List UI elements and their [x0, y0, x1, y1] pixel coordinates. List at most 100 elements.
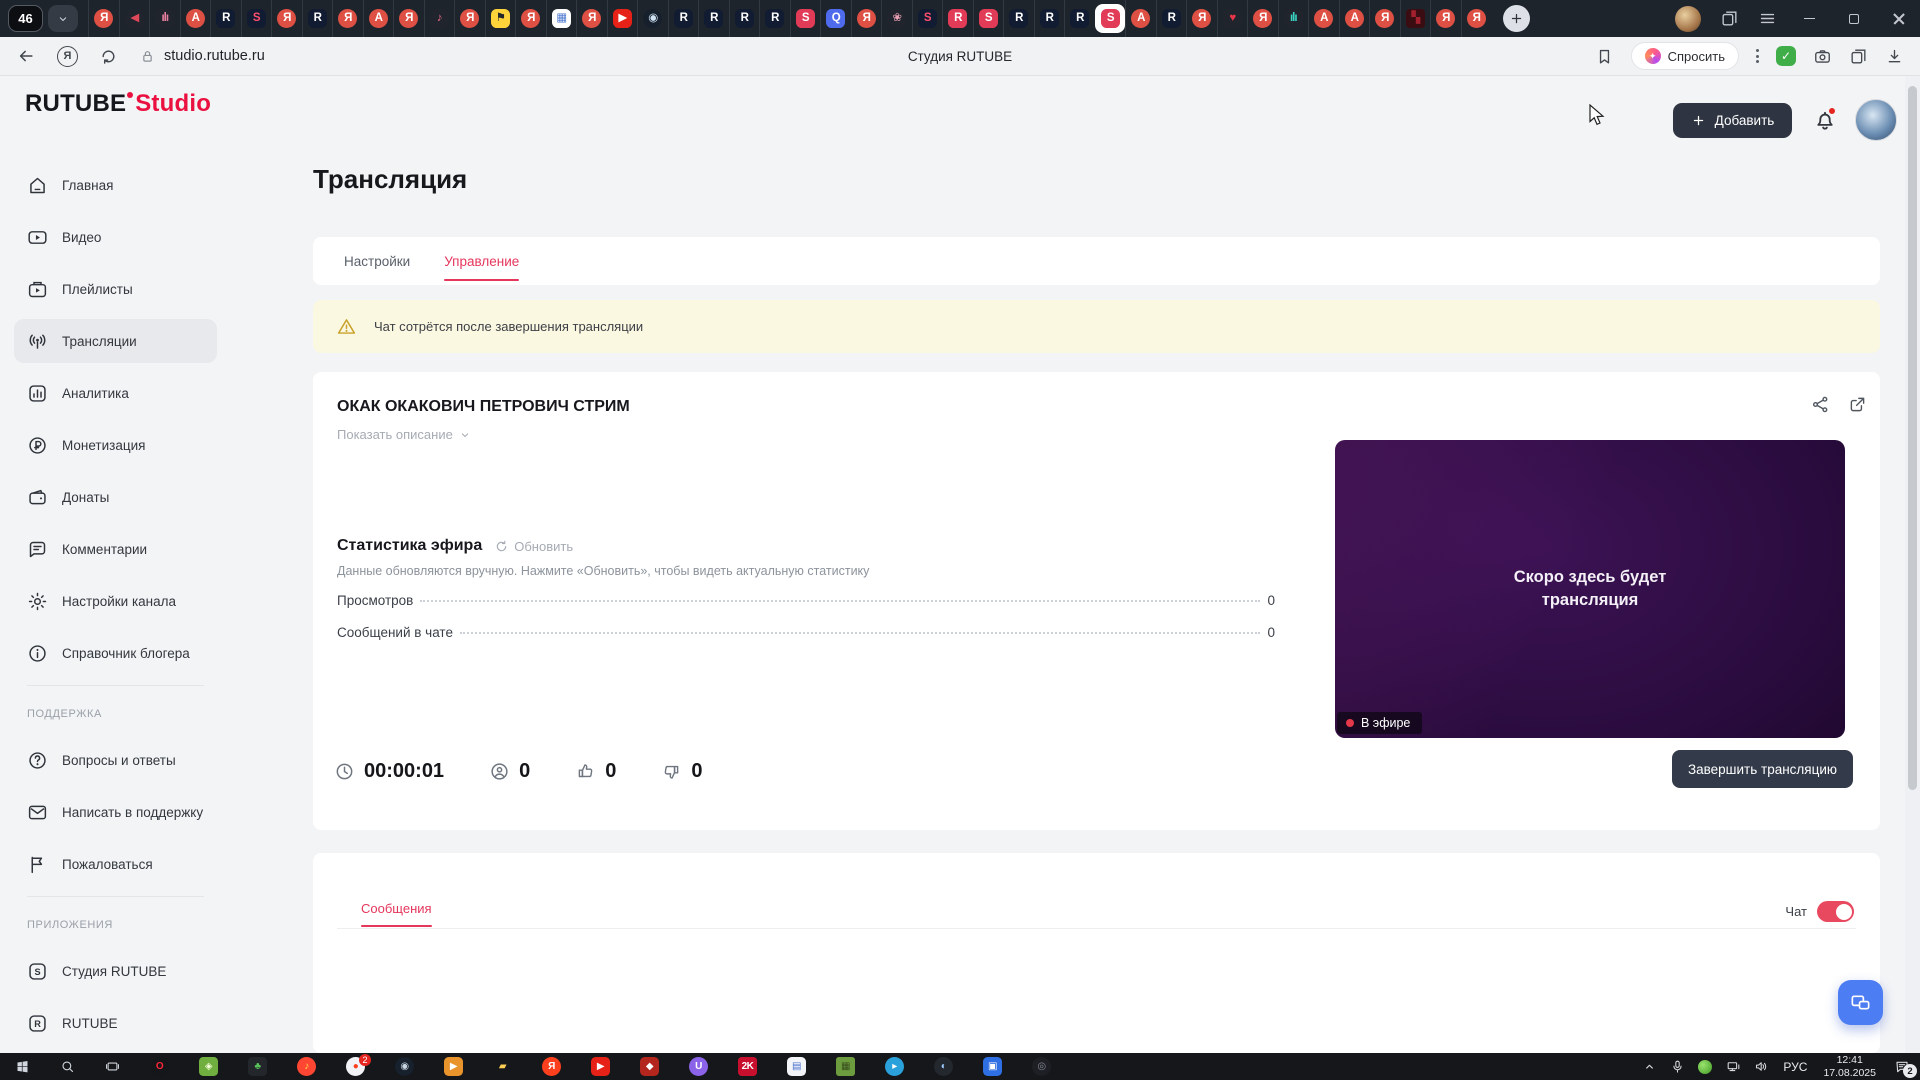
taskbar-app-telegram[interactable]: ▸ — [870, 1053, 919, 1080]
tab-favicon-alice[interactable]: A — [1338, 0, 1370, 37]
new-tab-button[interactable] — [1503, 5, 1530, 32]
tab-favicon-yandex[interactable]: Я — [1247, 0, 1278, 37]
tab-favicon-dark-video[interactable]: ▚ — [1399, 0, 1431, 37]
taskbar-app-library[interactable]: ▤ — [772, 1053, 821, 1080]
taskbar-app-yandex-music[interactable]: ♪ — [282, 1053, 331, 1080]
floating-widget-button[interactable] — [1838, 980, 1883, 1025]
tab-messages[interactable]: Сообщения — [361, 901, 432, 927]
tab-favicon-rutube[interactable]: R — [667, 0, 699, 37]
sidebar-item-report[interactable]: Пожаловаться — [14, 842, 217, 886]
tab-favicon-yandex[interactable]: Я — [515, 0, 546, 37]
tab-favicon-rutube[interactable]: R — [301, 0, 333, 37]
tab-favicon-alice[interactable]: A — [362, 0, 394, 37]
tab-favicon-rutube[interactable]: R — [210, 0, 241, 37]
sidebar-item-comments[interactable]: Комментарии — [14, 527, 217, 571]
tab-favicon-alice[interactable]: A — [1125, 0, 1156, 37]
tray-status-app[interactable] — [1691, 1053, 1719, 1080]
tab-favicon-rutube[interactable]: R — [1155, 0, 1187, 37]
tray-volume[interactable] — [1747, 1053, 1775, 1080]
tray-microphone[interactable] — [1663, 1053, 1691, 1080]
window-minimize-button[interactable] — [1796, 5, 1822, 32]
tab-favicon-yandex[interactable]: Я — [1460, 0, 1492, 37]
language-indicator[interactable]: РУС — [1783, 1060, 1807, 1074]
taskbar-app-leaf[interactable]: ♣ — [233, 1053, 282, 1080]
sidebar-item-video[interactable]: Видео — [14, 215, 217, 259]
screenshot-icon[interactable] — [1813, 47, 1832, 66]
taskbar-app-red-play[interactable]: ▶ — [576, 1053, 625, 1080]
tab-favicon-alice[interactable]: A — [1308, 0, 1339, 37]
tab-counter[interactable]: 46 — [8, 5, 43, 32]
taskbar-app-blue-folder[interactable]: ▣ — [968, 1053, 1017, 1080]
window-maximize-button[interactable] — [1841, 5, 1867, 32]
add-button[interactable]: Добавить — [1673, 103, 1792, 138]
taskbar-app-explorer[interactable]: ▰ — [478, 1053, 527, 1080]
taskbar-app-globe[interactable]: ◐ — [919, 1053, 968, 1080]
back-icon[interactable] — [16, 46, 36, 66]
tab-favicon-youtube[interactable]: ▶ — [606, 0, 638, 37]
tab-favicon-rutube[interactable]: R — [728, 0, 760, 37]
notifications-bell-button[interactable] — [1812, 107, 1838, 133]
taskbar-app-antivirus[interactable]: ◈ — [184, 1053, 233, 1080]
taskbar-app-minecraft[interactable]: ▦ — [821, 1053, 870, 1080]
tab-favicon-yandex[interactable]: Я — [1430, 0, 1461, 37]
taskbar-app-opera[interactable]: O — [135, 1053, 184, 1080]
tab-favicon-yandex[interactable]: Я — [393, 0, 424, 37]
tab-favicon-yandex[interactable]: Я — [576, 0, 607, 37]
taskbar-app-yandex[interactable]: Я — [527, 1053, 576, 1080]
ask-ai-button[interactable]: ✦ Спросить — [1630, 42, 1739, 70]
tab-favicon-yandex[interactable]: Я — [1186, 0, 1217, 37]
tab-favicon-yandex[interactable]: Я — [850, 0, 882, 37]
sidebar-item-studio-app[interactable]: Студия RUTUBE — [14, 949, 217, 993]
task-view-button[interactable] — [90, 1053, 135, 1080]
sidebar-item-donations[interactable]: Донаты — [14, 475, 217, 519]
tab-favicon-rutube[interactable]: R — [1064, 0, 1095, 37]
tab-favicon-yandex[interactable]: Я — [332, 0, 363, 37]
tab-favicon-sound[interactable]: ◀ — [118, 0, 150, 37]
taskbar-search-button[interactable] — [45, 1053, 90, 1080]
sidebar-item-faq[interactable]: Вопросы и ответы — [14, 738, 217, 782]
more-options-icon[interactable] — [1756, 49, 1759, 63]
sidebar-item-analytics[interactable]: Аналитика — [14, 371, 217, 415]
sidebar-item-monetization[interactable]: Монетизация — [14, 423, 217, 467]
sidebar-item-broadcasts[interactable]: Трансляции — [14, 319, 217, 363]
taskbar-app-yandex-browser[interactable]: ● 2 — [331, 1053, 380, 1080]
share-icon[interactable] — [1810, 394, 1831, 415]
taskbar-app-potplayer[interactable]: ▶ — [429, 1053, 478, 1080]
external-link-icon[interactable] — [1847, 394, 1868, 415]
downloads-icon[interactable] — [1885, 47, 1904, 66]
tray-network[interactable] — [1719, 1053, 1747, 1080]
scrollbar-thumb[interactable] — [1908, 86, 1917, 790]
bookmark-icon[interactable] — [1595, 47, 1614, 66]
tab-favicon-yandex[interactable]: Я — [88, 0, 119, 37]
sidebar-item-rutube-app[interactable]: RUTUBE — [14, 1001, 217, 1045]
page-scrollbar[interactable] — [1905, 76, 1920, 1053]
taskbar-app-2k[interactable]: 2K — [723, 1053, 772, 1080]
tab-favicon-images[interactable]: ⚑ — [484, 0, 516, 37]
tab-favicon-alice[interactable]: A — [179, 0, 211, 37]
stream-preview-player[interactable]: Скоро здесь будет трансляция В эфире — [1335, 440, 1845, 738]
url-field[interactable]: studio.rutube.ru — [139, 48, 265, 65]
tab-favicon-rutube[interactable]: R — [759, 0, 790, 37]
reload-icon[interactable] — [99, 47, 118, 66]
end-broadcast-button[interactable]: Завершить трансляцию — [1672, 750, 1853, 788]
tab-favicon-studio-active[interactable]: S — [1094, 4, 1125, 33]
tab-favicon-grid[interactable]: ▦ — [545, 0, 577, 37]
tab-favicon-heart[interactable]: ♥ — [1216, 0, 1248, 37]
yandex-home-button[interactable]: Я — [57, 45, 78, 67]
tab-favicon-music[interactable]: ♪ — [423, 0, 455, 37]
tab-favicon-rutube-red[interactable]: R — [942, 0, 973, 37]
start-button[interactable] — [0, 1053, 45, 1080]
refresh-stats-button[interactable]: Обновить — [494, 539, 573, 554]
collections-icon[interactable] — [1849, 47, 1868, 66]
tab-settings[interactable]: Настройки — [344, 237, 410, 285]
sidebar-item-contact-support[interactable]: Написать в поддержку — [14, 790, 217, 834]
sidebar-item-home[interactable]: Главная — [14, 163, 217, 207]
taskbar-app-steam[interactable]: ◉ — [380, 1053, 429, 1080]
tab-favicon-steam[interactable]: ◉ — [637, 0, 668, 37]
tab-favicon-yandex[interactable]: Я — [454, 0, 485, 37]
tab-favicon-rutube[interactable]: R — [1033, 0, 1065, 37]
tab-favicon-yandex[interactable]: Я — [271, 0, 302, 37]
tab-favicon-studio-red[interactable]: S — [972, 0, 1004, 37]
sidebar-item-blogger-guide[interactable]: Справочник блогера — [14, 631, 217, 675]
tab-favicon-yandex[interactable]: Я — [1369, 0, 1400, 37]
